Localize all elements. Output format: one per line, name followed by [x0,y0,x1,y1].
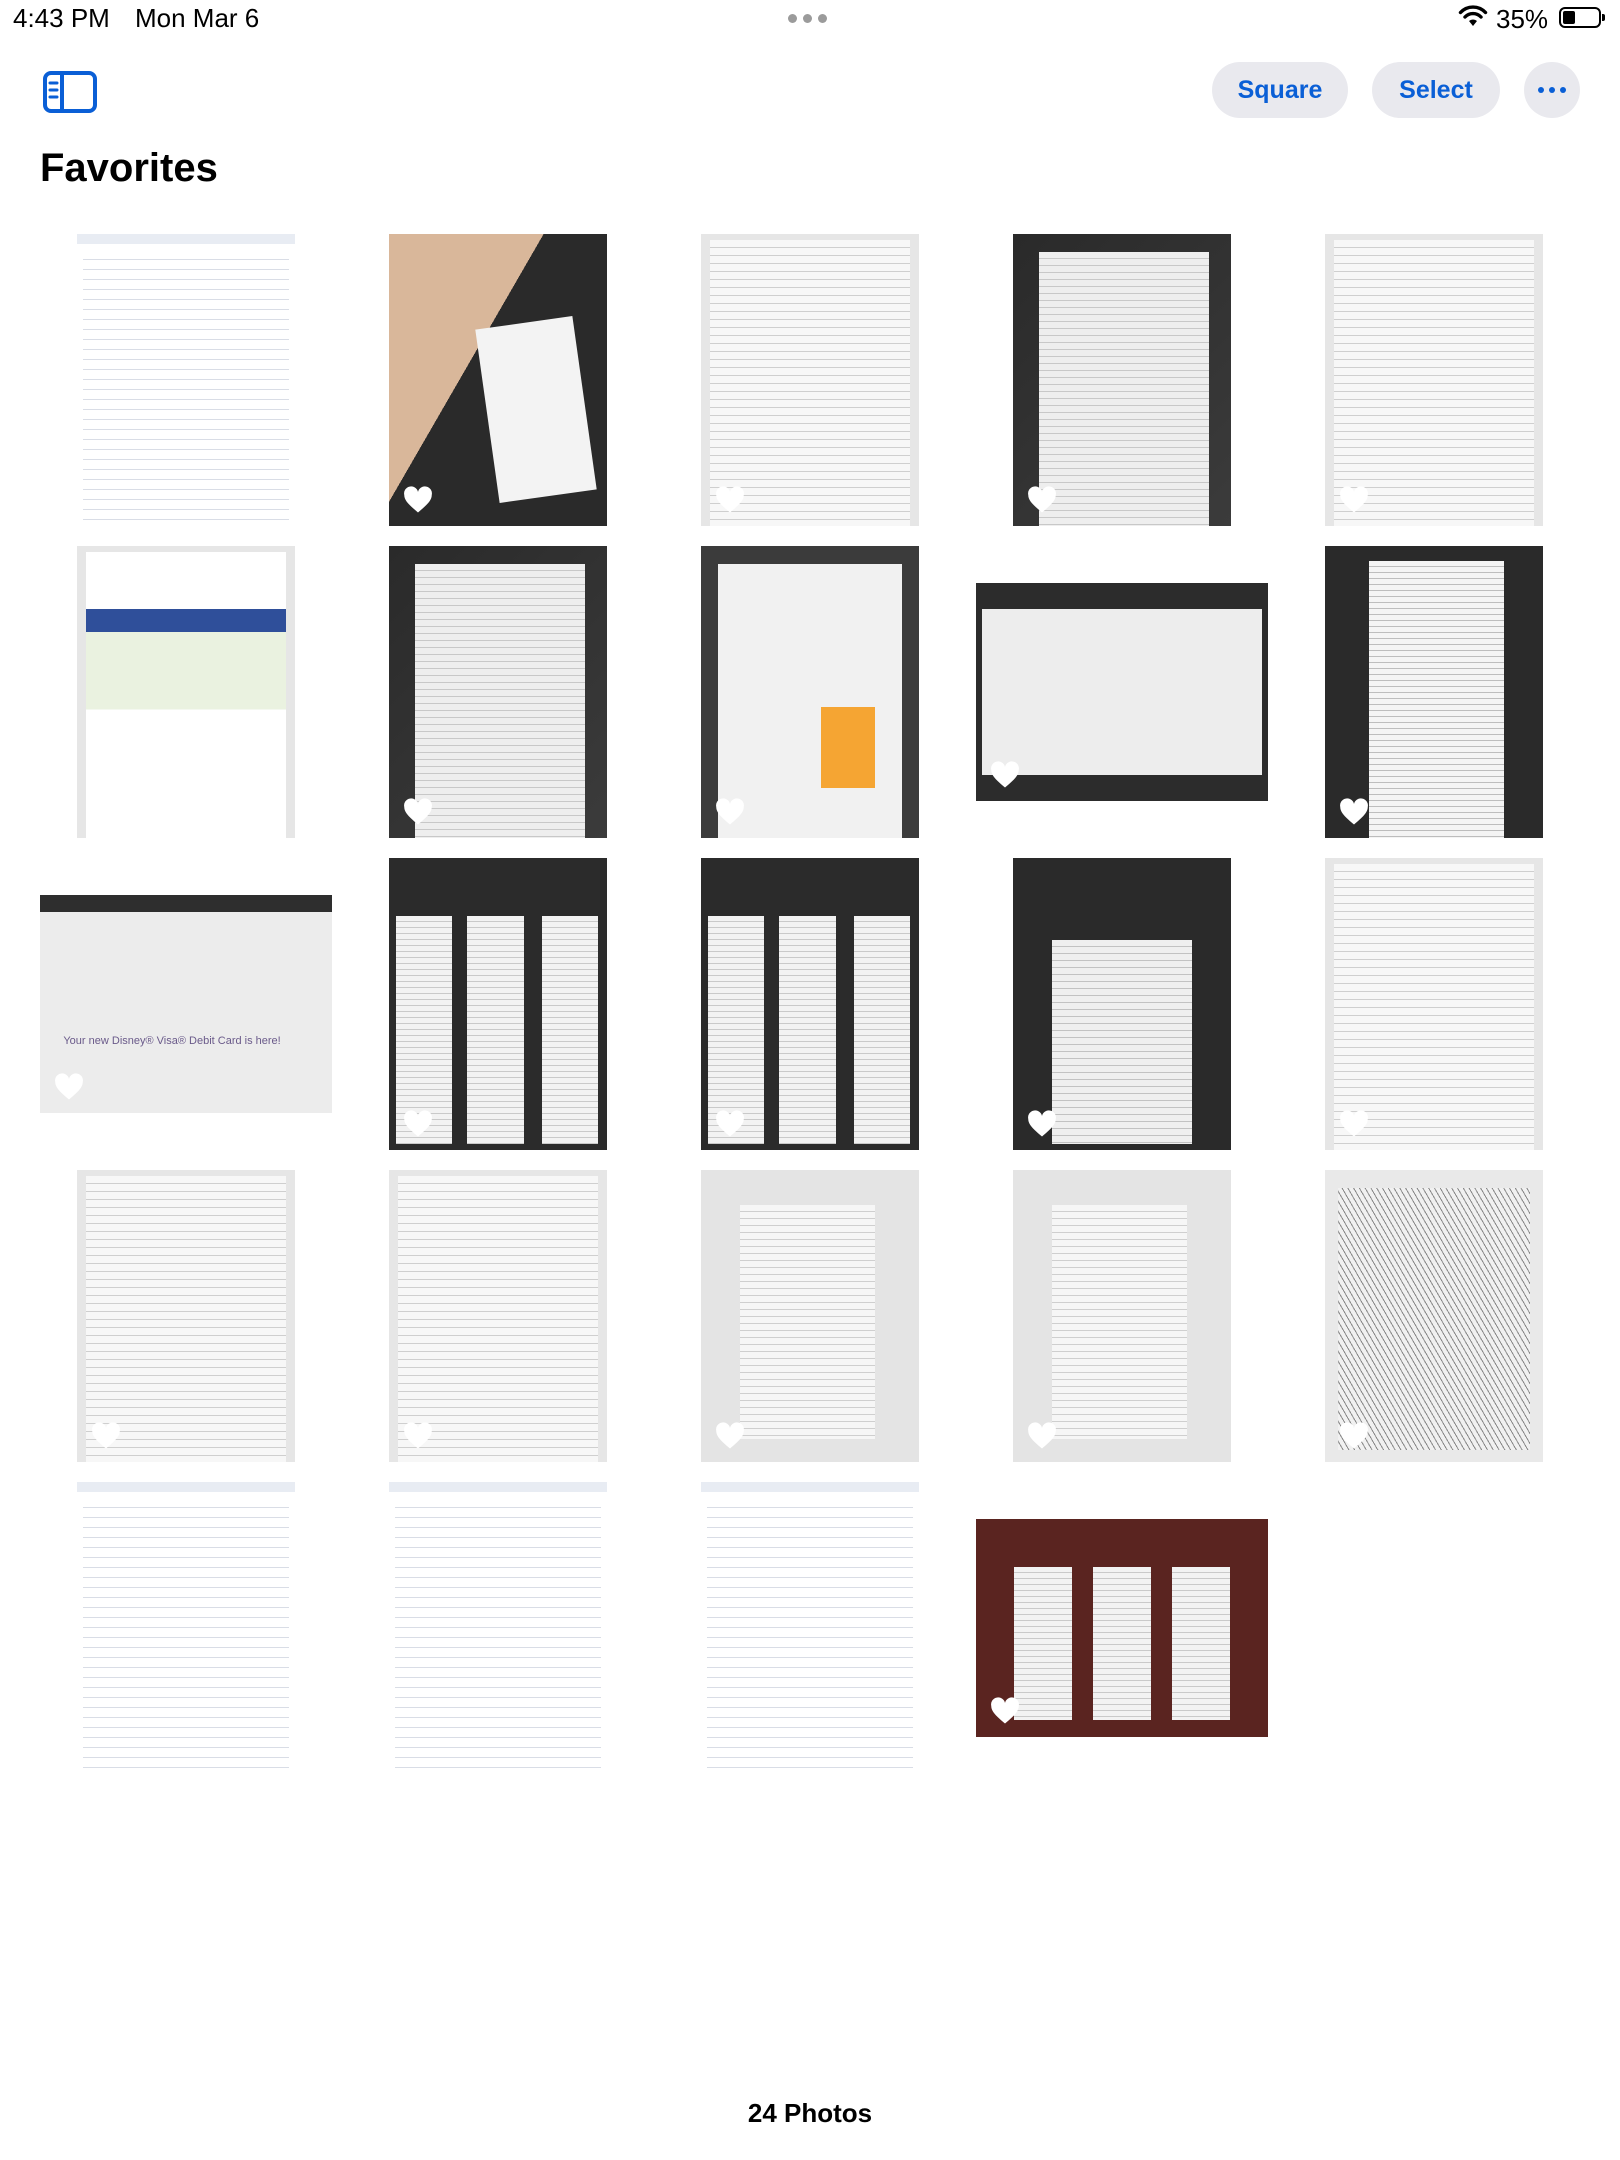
photo-cell[interactable] [976,1170,1268,1462]
photo-cell[interactable] [664,546,956,838]
select-button[interactable]: Select [1372,62,1500,118]
sidebar-icon[interactable] [42,70,98,114]
photo-cell[interactable] [352,234,644,526]
photo-cell[interactable] [352,1170,644,1462]
photo-cell[interactable] [664,1170,956,1462]
photo-cell[interactable] [976,234,1268,526]
favorite-heart-icon [991,1697,1019,1724]
photo-thumbnail[interactable] [77,546,295,838]
photo-cell[interactable] [40,234,332,526]
photo-cell[interactable] [664,1482,956,1774]
photo-cell[interactable] [40,1170,332,1462]
status-bar: 4:43 PM Mon Mar 6 35% [0,0,1620,44]
photo-thumbnail[interactable] [1325,546,1543,838]
favorite-heart-icon [1340,1422,1368,1449]
photo-cell[interactable] [976,546,1268,838]
battery-percent: 35% [1496,4,1549,34]
favorite-heart-icon [991,761,1019,788]
photo-thumbnail[interactable] [389,1170,607,1462]
photo-thumbnail[interactable] [77,1482,295,1774]
photo-cell[interactable]: Your new Disney® Visa® Debit Card is her… [40,858,332,1150]
photo-grid: Your new Disney® Visa® Debit Card is her… [40,234,1585,1784]
favorite-heart-icon [404,1734,432,1761]
favorite-heart-icon [404,798,432,825]
more-button[interactable] [1524,62,1580,118]
photo-cell[interactable] [1288,546,1580,838]
status-date: Mon Mar 6 [135,3,260,33]
favorite-heart-icon [55,1073,83,1100]
photo-thumbnail[interactable] [77,234,295,526]
photo-thumbnail[interactable] [701,1482,919,1774]
favorite-heart-icon [1028,486,1056,513]
favorite-heart-icon [1028,1422,1056,1449]
favorite-heart-icon [92,486,120,513]
photo-thumbnail[interactable] [1325,234,1543,526]
favorite-heart-icon [404,1422,432,1449]
photo-cell[interactable] [40,1482,332,1774]
favorite-heart-icon [716,1734,744,1761]
photo-thumbnail[interactable] [389,1482,607,1774]
favorite-heart-icon [404,1110,432,1137]
favorite-heart-icon [92,798,120,825]
favorite-heart-icon [1340,798,1368,825]
square-button[interactable]: Square [1212,62,1348,118]
photo-cell[interactable] [976,858,1268,1150]
ellipsis-icon [1538,87,1566,93]
favorite-heart-icon [404,486,432,513]
favorite-heart-icon [1028,1110,1056,1137]
favorite-heart-icon [92,1734,120,1761]
photo-cell[interactable] [1288,234,1580,526]
battery-icon [1559,7,1605,28]
photo-count: 24 Photos [747,2098,873,2128]
favorite-heart-icon [92,1422,120,1449]
photo-thumbnail[interactable] [1013,234,1231,526]
photo-thumbnail[interactable] [976,583,1268,801]
photo-cell[interactable] [976,1482,1268,1774]
photo-thumbnail[interactable] [389,546,607,838]
favorite-heart-icon [716,1422,744,1449]
photo-cell[interactable] [352,858,644,1150]
status-time: 4:43 PM [13,3,110,33]
photo-cell[interactable] [664,858,956,1150]
photo-cell[interactable] [1288,1170,1580,1462]
photo-thumbnail[interactable] [701,234,919,526]
photo-thumbnail[interactable] [1325,1170,1543,1462]
photo-thumbnail[interactable] [1325,858,1543,1150]
photo-cell[interactable] [1288,858,1580,1150]
photo-thumbnail[interactable] [701,546,919,838]
favorite-heart-icon [716,798,744,825]
photo-cell[interactable] [664,234,956,526]
multitasking-dots-icon[interactable] [788,14,827,23]
photo-thumbnail[interactable]: Your new Disney® Visa® Debit Card is her… [40,895,332,1113]
photo-cell[interactable] [40,546,332,838]
photo-thumbnail[interactable] [1013,858,1231,1150]
page-title: Favorites [40,146,218,190]
photo-thumbnail[interactable] [77,1170,295,1462]
favorite-heart-icon [1340,486,1368,513]
photo-thumbnail[interactable] [701,1170,919,1462]
photo-cell[interactable] [352,1482,644,1774]
photo-cell[interactable] [352,546,644,838]
photo-thumbnail[interactable] [389,858,607,1150]
favorite-heart-icon [716,486,744,513]
photo-caption: Your new Disney® Visa® Debit Card is her… [63,1034,281,1047]
favorite-heart-icon [716,1110,744,1137]
wifi-icon [1458,5,1488,26]
photo-thumbnail[interactable] [701,858,919,1150]
photo-thumbnail[interactable] [389,234,607,526]
photo-thumbnail[interactable] [976,1519,1268,1737]
favorite-heart-icon [1340,1110,1368,1137]
photo-thumbnail[interactable] [1013,1170,1231,1462]
